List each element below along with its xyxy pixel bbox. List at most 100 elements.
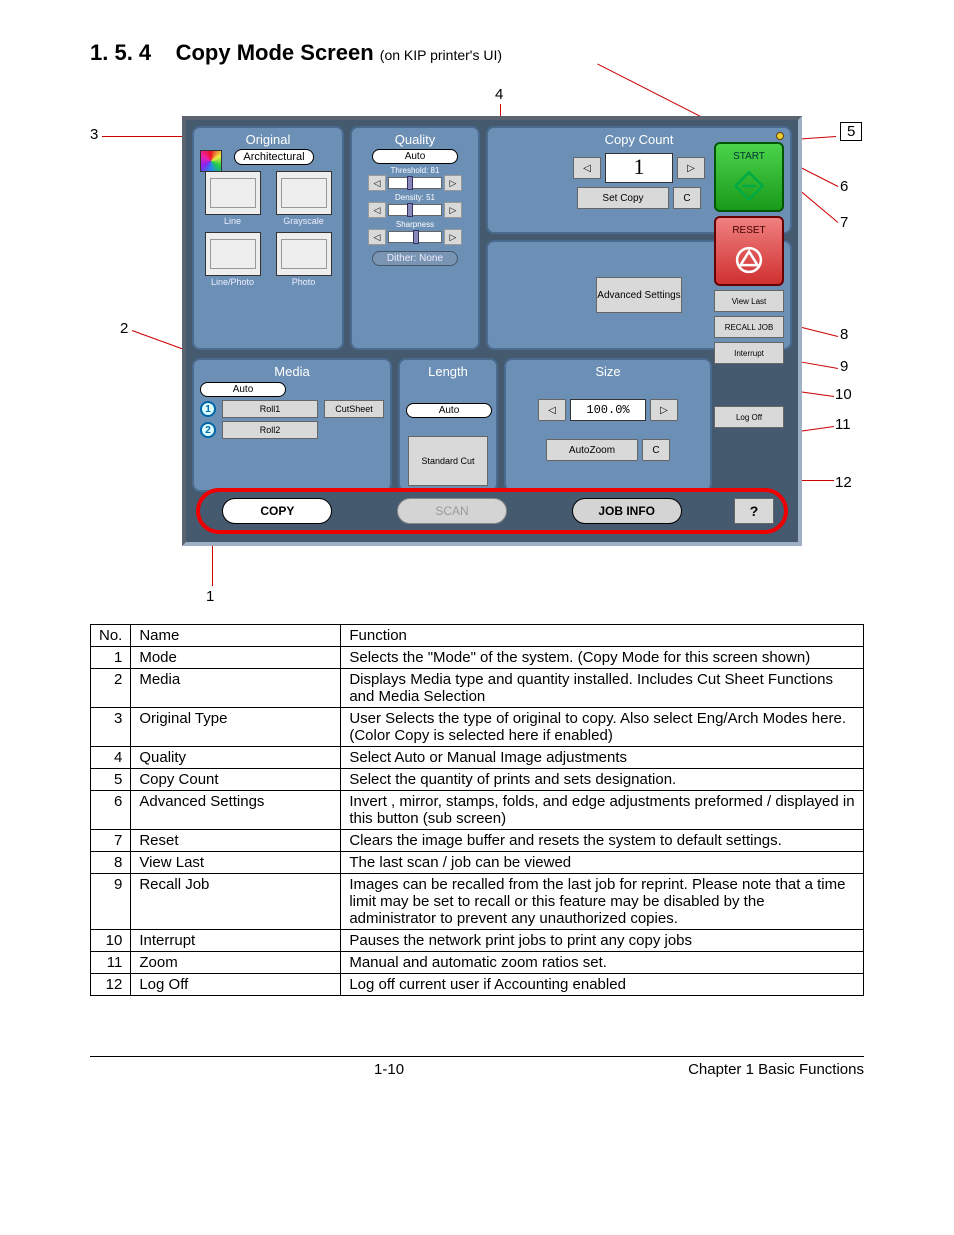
density-decrease-button[interactable]: ◁ xyxy=(368,202,386,218)
cell-no: 3 xyxy=(91,708,131,747)
advanced-settings-button[interactable]: Advanced Settings xyxy=(596,277,682,313)
actions-column: START RESET View Last RECALL JOB Interru… xyxy=(714,132,784,428)
cell-name: Recall Job xyxy=(131,874,341,930)
density-slider[interactable] xyxy=(388,204,442,216)
threshold-slider[interactable] xyxy=(388,177,442,189)
callout-10: 10 xyxy=(835,386,852,403)
help-button[interactable]: ? xyxy=(734,498,774,524)
size-increase-button[interactable]: ▷ xyxy=(650,399,678,421)
media-title: Media xyxy=(200,364,384,379)
copy-count-decrease-button[interactable]: ◁ xyxy=(573,157,601,179)
density-slider-row: ◁ ▷ xyxy=(358,202,472,218)
table-row: 6Advanced SettingsInvert , mirror, stamp… xyxy=(91,791,864,830)
quality-density-label: Density: 51 xyxy=(358,193,472,202)
reference-table: No. Name Function 1ModeSelects the "Mode… xyxy=(90,624,864,996)
quality-panel: Quality Auto Threshold: 81 ◁ ▷ Density: … xyxy=(350,126,480,350)
callout-2: 2 xyxy=(120,320,128,337)
roll2-button[interactable]: Roll2 xyxy=(222,421,318,439)
media-auto-button[interactable]: Auto xyxy=(200,382,286,397)
cell-function: Log off current user if Accounting enabl… xyxy=(341,974,864,996)
callout-6: 6 xyxy=(840,178,848,195)
original-title: Original xyxy=(200,132,336,147)
callout-5: 5 xyxy=(840,122,862,141)
callout-8: 8 xyxy=(840,326,848,343)
length-title: Length xyxy=(428,364,468,379)
reset-icon xyxy=(732,243,766,277)
size-decrease-button[interactable]: ◁ xyxy=(538,399,566,421)
cell-name: View Last xyxy=(131,852,341,874)
architectural-button[interactable]: Architectural xyxy=(234,149,314,165)
sharpness-decrease-button[interactable]: ◁ xyxy=(368,229,386,245)
original-panel: Original Architectural Line Grayscale Li… xyxy=(192,126,344,350)
cell-no: 6 xyxy=(91,791,131,830)
mode-scan-button[interactable]: SCAN xyxy=(397,498,507,524)
start-label: START xyxy=(733,151,765,162)
cell-no: 2 xyxy=(91,669,131,708)
cell-name: Copy Count xyxy=(131,769,341,791)
cell-name: Mode xyxy=(131,647,341,669)
table-row: 8View LastThe last scan / job can be vie… xyxy=(91,852,864,874)
original-thumb-line[interactable]: Line xyxy=(200,171,265,226)
mode-jobinfo-button[interactable]: JOB INFO xyxy=(572,498,682,524)
callout-3: 3 xyxy=(90,126,98,143)
figure-area: 4 3 2 5 6 7 8 9 10 11 12 1 Original Arch… xyxy=(90,86,864,606)
roll1-button[interactable]: Roll1 xyxy=(222,400,318,418)
copy-count-title: Copy Count xyxy=(605,132,674,147)
cell-function: Invert , mirror, stamps, folds, and edge… xyxy=(341,791,864,830)
copy-count-clear-button[interactable]: C xyxy=(673,187,701,209)
quality-auto-button[interactable]: Auto xyxy=(372,149,458,164)
cell-name: Quality xyxy=(131,747,341,769)
cell-function: The last scan / job can be viewed xyxy=(341,852,864,874)
length-auto-button[interactable]: Auto xyxy=(406,403,492,418)
original-thumb-linephoto[interactable]: Line/Photo xyxy=(200,232,265,287)
set-copy-button[interactable]: Set Copy xyxy=(577,187,669,209)
callout-4: 4 xyxy=(495,86,503,103)
quality-threshold-label: Threshold: 81 xyxy=(358,166,472,175)
size-panel: Size ◁ 100.0% ▷ AutoZoom C xyxy=(504,358,712,492)
cell-name: Zoom xyxy=(131,952,341,974)
footer-chapter: Chapter 1 Basic Functions xyxy=(688,1061,864,1078)
quality-sharpness-label: Sharpness xyxy=(358,220,472,229)
original-thumb-grayscale[interactable]: Grayscale xyxy=(271,171,336,226)
cell-no: 9 xyxy=(91,874,131,930)
cell-no: 5 xyxy=(91,769,131,791)
cell-function: User Selects the type of original to cop… xyxy=(341,708,864,747)
recall-job-button[interactable]: RECALL JOB xyxy=(714,316,784,338)
interrupt-button[interactable]: Interrupt xyxy=(714,342,784,364)
table-row: 11ZoomManual and automatic zoom ratios s… xyxy=(91,952,864,974)
start-button[interactable]: START xyxy=(714,142,784,212)
size-value: 100.0% xyxy=(570,399,646,421)
color-swatch-icon[interactable] xyxy=(200,150,222,172)
threshold-decrease-button[interactable]: ◁ xyxy=(368,175,386,191)
original-thumb-photo[interactable]: Photo xyxy=(271,232,336,287)
cell-function: Select the quantity of prints and sets d… xyxy=(341,769,864,791)
heading-suffix: (on KIP printer's UI) xyxy=(380,47,502,63)
th-function: Function xyxy=(341,625,864,647)
reset-button[interactable]: RESET xyxy=(714,216,784,286)
printer-ui-screenshot: Original Architectural Line Grayscale Li… xyxy=(182,116,802,546)
size-clear-button[interactable]: C xyxy=(642,439,670,461)
page-footer: 1-10 Chapter 1 Basic Functions xyxy=(90,1056,864,1078)
cell-function: Displays Media type and quantity install… xyxy=(341,669,864,708)
mode-copy-button[interactable]: COPY xyxy=(222,498,332,524)
dither-button[interactable]: Dither: None xyxy=(372,251,458,266)
cutsheet-button[interactable]: CutSheet xyxy=(324,400,384,418)
table-row: 5Copy CountSelect the quantity of prints… xyxy=(91,769,864,791)
copy-count-increase-button[interactable]: ▷ xyxy=(677,157,705,179)
autozoom-button[interactable]: AutoZoom xyxy=(546,439,638,461)
log-off-button[interactable]: Log Off xyxy=(714,406,784,428)
start-icon xyxy=(732,169,766,203)
cell-name: Advanced Settings xyxy=(131,791,341,830)
callout-12: 12 xyxy=(835,474,852,491)
callout-9: 9 xyxy=(840,358,848,375)
quality-title: Quality xyxy=(358,132,472,147)
density-increase-button[interactable]: ▷ xyxy=(444,202,462,218)
callout-7: 7 xyxy=(840,214,848,231)
view-last-button[interactable]: View Last xyxy=(714,290,784,312)
standard-cut-button[interactable]: Standard Cut xyxy=(408,436,488,486)
sharpness-slider[interactable] xyxy=(388,231,442,243)
sharpness-increase-button[interactable]: ▷ xyxy=(444,229,462,245)
threshold-increase-button[interactable]: ▷ xyxy=(444,175,462,191)
cell-name: Reset xyxy=(131,830,341,852)
roll1-icon: 1 xyxy=(200,401,216,417)
